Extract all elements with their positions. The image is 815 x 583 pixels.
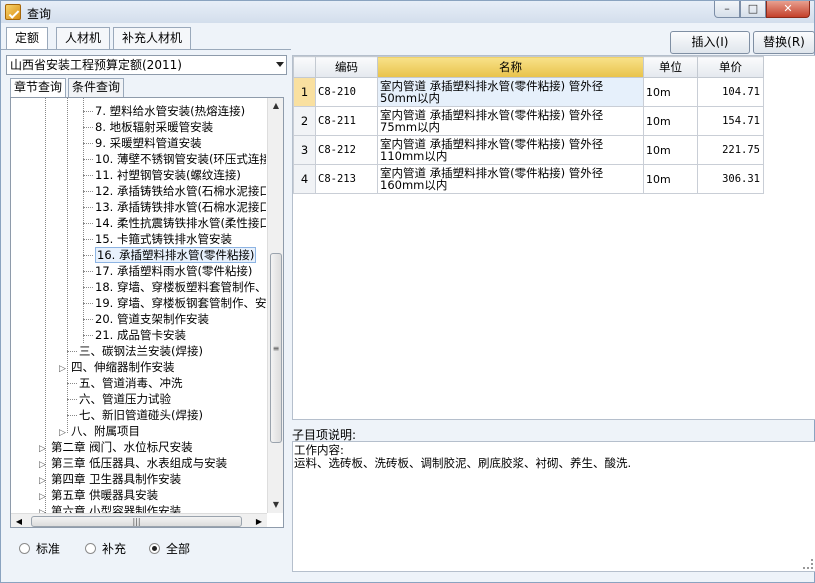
radio-standard[interactable]: 标准	[19, 540, 60, 557]
tree-item[interactable]: 10. 薄壁不锈钢管安装(环压式连接	[83, 151, 266, 167]
tab-labor-material[interactable]: 人材机	[56, 27, 111, 49]
radio-circle-icon[interactable]	[19, 543, 30, 554]
radio-circle-icon[interactable]	[85, 543, 96, 554]
quota-library-select[interactable]: 山西省安装工程预算定额(2011)	[6, 55, 287, 75]
tree-item[interactable]: 五、管道消毒、冲洗	[67, 375, 183, 391]
maximize-button[interactable]: □	[740, 1, 766, 18]
scroll-up-icon[interactable]: ▲	[268, 98, 283, 114]
scroll-down-icon[interactable]: ▼	[268, 497, 283, 513]
tab-supplement-labor-material[interactable]: 补充人材机	[113, 27, 192, 49]
app-icon	[5, 4, 21, 20]
chapter-tree: 7. 塑料给水管安装(热熔连接) 8. 地板辐射采暖管安装 9. 采暖塑料管道安…	[10, 97, 284, 528]
tree-item[interactable]: 18. 穿墙、穿楼板塑料套管制作、	[83, 279, 266, 295]
tree-item[interactable]: 17. 承插塑料雨水管(零件粘接)	[83, 263, 252, 279]
tab-quota[interactable]: 定额	[6, 27, 49, 50]
tree-horizontal-scrollbar[interactable]: ◀ ||| ▶	[11, 513, 267, 527]
expand-arrow-icon[interactable]: ▷	[39, 505, 51, 513]
tree-item[interactable]: ▷ 八、附属项目	[59, 423, 140, 439]
table-row[interactable]: 2 C8-211 室内管道 承插塑料排水管(零件粘接) 管外径 75mm以内 1…	[293, 106, 764, 136]
tree-chapter[interactable]: ▷ 第六章 小型容器制作安装	[39, 503, 181, 513]
window-title: 查询	[27, 7, 52, 21]
minimize-button[interactable]: –	[714, 1, 740, 18]
tree-vertical-scrollbar[interactable]: ▲ ≡ ▼	[267, 98, 283, 513]
tree-item[interactable]: 14. 柔性抗震铸铁排水管(柔性接口	[83, 215, 266, 231]
title-bar[interactable]: 查询 – □ ✕	[1, 1, 814, 23]
table-row[interactable]: 1 C8-210 室内管道 承插塑料排水管(零件粘接) 管外径 50mm以内 1…	[293, 77, 764, 107]
quota-results-grid: 编码 名称 单位 单价 1 C8-210 室内管道 承插塑料排水管(零件粘接) …	[292, 55, 815, 420]
tree-item[interactable]: 12. 承插铸铁给水管(石棉水泥接口	[83, 183, 266, 199]
tree-chapter[interactable]: ▷ 第三章 低压器具、水表组成与安装	[39, 455, 227, 471]
radio-all[interactable]: 全部	[149, 540, 190, 557]
vertical-scroll-thumb[interactable]: ≡	[270, 253, 282, 443]
column-header-name[interactable]: 名称	[377, 56, 644, 78]
tree-item[interactable]: 15. 卡箍式铸铁排水管安装	[83, 231, 232, 247]
column-header-code[interactable]: 编码	[315, 56, 378, 78]
tree-item[interactable]: 六、管道压力试验	[67, 391, 171, 407]
tree-item[interactable]: 8. 地板辐射采暖管安装	[83, 119, 213, 135]
tree-item[interactable]: 13. 承插铸铁排水管(石棉水泥接口	[83, 199, 266, 215]
tree-item[interactable]: 9. 采暖塑料管道安装	[83, 135, 202, 151]
description-line: 运料、选砖板、洗砖板、调制胶泥、刷底胶浆、衬砌、养生、酸洗.	[294, 456, 632, 470]
tree-item[interactable]: 21. 成品管卡安装	[83, 327, 186, 343]
chevron-down-icon[interactable]	[276, 62, 284, 67]
tree-viewport: 7. 塑料给水管安装(热熔连接) 8. 地板辐射采暖管安装 9. 采暖塑料管道安…	[11, 98, 266, 513]
replace-button[interactable]: 替换(R)	[753, 31, 815, 54]
column-header-unit[interactable]: 单位	[643, 56, 698, 78]
results-table: 编码 名称 单位 单价 1 C8-210 室内管道 承插塑料排水管(零件粘接) …	[293, 56, 764, 194]
query-window: 查询 – □ ✕ 定额 人材机 补充人材机 插入(I) 替换(R) 山西省安装工…	[0, 0, 815, 583]
row-number-header	[293, 56, 316, 78]
tab-divider	[1, 49, 291, 50]
tree-item[interactable]: 7. 塑料给水管安装(热熔连接)	[83, 103, 245, 119]
description-box[interactable]: 工作内容: 运料、选砖板、洗砖板、调制胶泥、刷底胶浆、衬砌、养生、酸洗.	[292, 441, 815, 572]
tree-chapter[interactable]: ▷ 第四章 卫生器具制作安装	[39, 471, 181, 487]
tree-item[interactable]: 三、碳钢法兰安装(焊接)	[67, 343, 203, 359]
scroll-left-icon[interactable]: ◀	[11, 514, 27, 527]
close-button[interactable]: ✕	[766, 1, 810, 18]
tree-item[interactable]: 七、新旧管道碰头(焊接)	[67, 407, 203, 423]
table-row[interactable]: 4 C8-213 室内管道 承插塑料排水管(零件粘接) 管外径 160mm以内 …	[293, 164, 764, 194]
column-header-price[interactable]: 单价	[697, 56, 764, 78]
tree-item-selected[interactable]: 16. 承插塑料排水管(零件粘接)	[83, 247, 257, 263]
table-row[interactable]: 3 C8-212 室内管道 承插塑料排水管(零件粘接) 管外径 110mm以内 …	[293, 135, 764, 165]
radio-supplement[interactable]: 补充	[85, 540, 126, 557]
tree-chapter[interactable]: ▷ 第五章 供暖器具安装	[39, 487, 158, 503]
tab-chapter-query[interactable]: 章节查询	[10, 78, 67, 97]
resize-grip-icon[interactable]	[803, 559, 813, 569]
horizontal-scroll-thumb[interactable]: |||	[31, 516, 242, 527]
quota-library-value: 山西省安装工程预算定额(2011)	[10, 58, 182, 72]
insert-button[interactable]: 插入(I)	[670, 31, 750, 54]
tree-item[interactable]: 20. 管道支架制作安装	[83, 311, 209, 327]
tree-item[interactable]: ▷ 四、伸缩器制作安装	[59, 359, 175, 375]
radio-circle-icon[interactable]	[149, 543, 160, 554]
tab-condition-query[interactable]: 条件查询	[68, 78, 125, 97]
tree-item[interactable]: 11. 衬塑钢管安装(螺纹连接)	[83, 167, 241, 183]
tree-chapter[interactable]: ▷ 第二章 阀门、水位标尺安装	[39, 439, 193, 455]
scroll-right-icon[interactable]: ▶	[251, 514, 267, 527]
tree-item[interactable]: 19. 穿墙、穿楼板钢套管制作、安	[83, 295, 266, 311]
